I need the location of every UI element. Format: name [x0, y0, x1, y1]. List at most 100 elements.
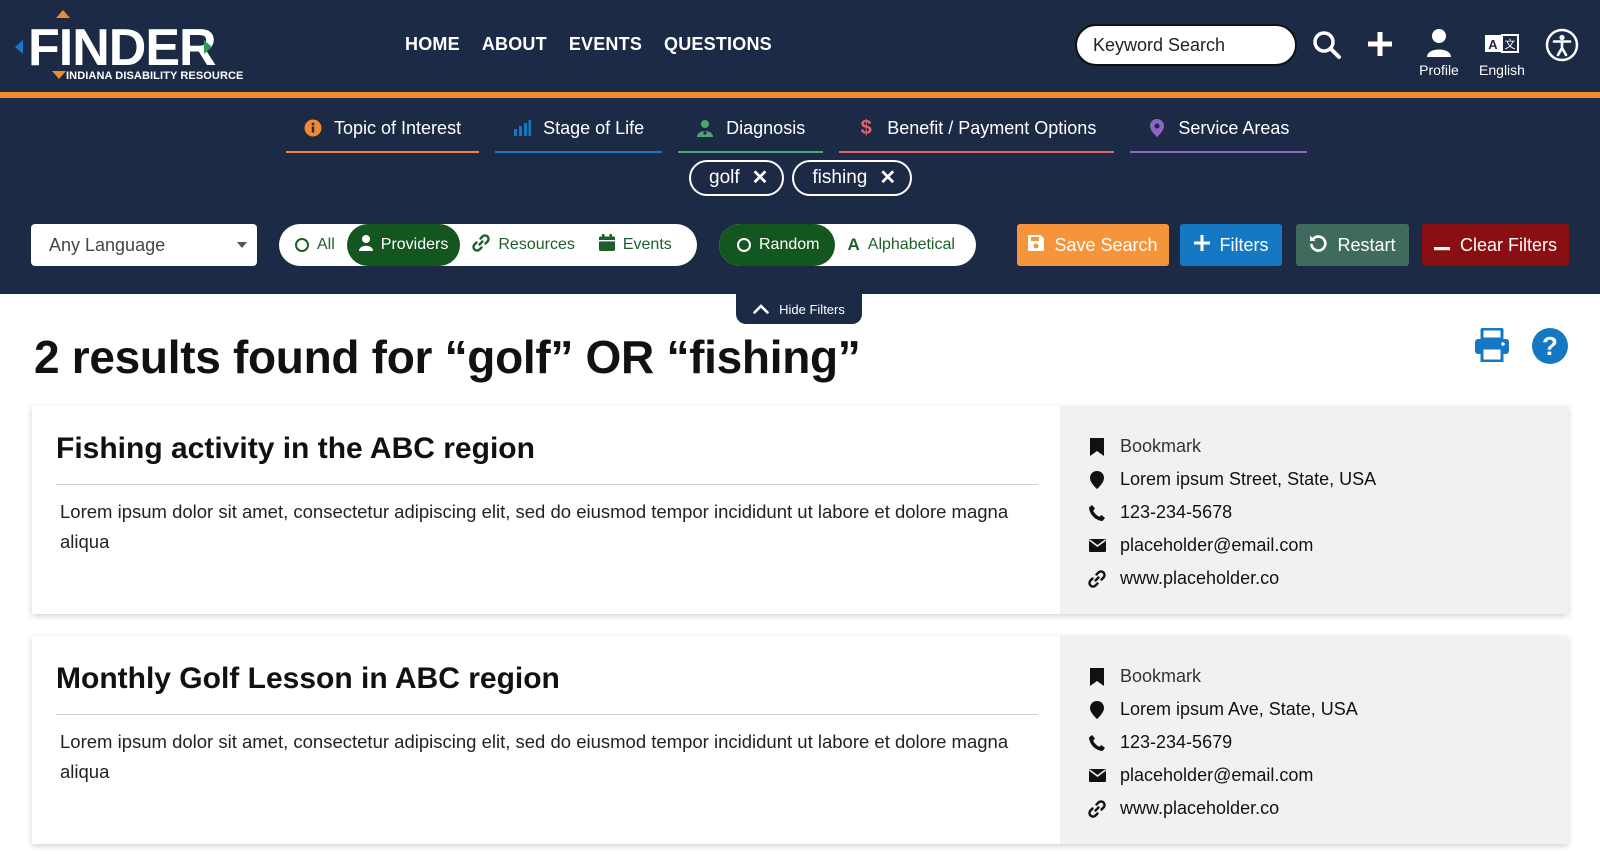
doctor-icon [696, 119, 714, 137]
profile-label[interactable]: Profile [1413, 62, 1465, 78]
svg-text:文: 文 [1505, 37, 1516, 51]
nav-events[interactable]: EVENTS [569, 34, 642, 55]
category-tabs: Topic of Interest Stage of Life Diagnosi… [286, 113, 1308, 153]
filters-button[interactable]: Filters [1180, 224, 1282, 266]
restart-icon [1309, 234, 1328, 257]
email-text: placeholder@email.com [1120, 535, 1314, 555]
logo-wordmark: FINDER [28, 19, 217, 77]
language-select-value: Any Language [49, 234, 166, 255]
bookmark-button[interactable]: Bookmark [1086, 430, 1568, 463]
bookmark-icon [1086, 437, 1108, 456]
tab-label: Stage of Life [543, 117, 645, 138]
result-card: Monthly Golf Lesson in ABC region Lorem … [32, 636, 1568, 844]
info-icon [304, 119, 322, 137]
logo-subtitle: INDIANA DISABILITY RESOURCE [66, 70, 244, 82]
filter-chip-fishing: fishing ✕ [792, 160, 913, 196]
type-option-providers[interactable]: Providers [346, 224, 461, 266]
profile-icon[interactable] [1425, 28, 1453, 63]
results-heading: 2 results found for “golf” OR “fishing” [34, 331, 861, 383]
logo-arrow-up-icon [56, 10, 70, 18]
hide-filters-label: Hide Filters [779, 301, 845, 317]
website-row[interactable]: www.placeholder.co [1086, 562, 1568, 595]
result-description: Lorem ipsum dolor sit amet, consectetur … [60, 501, 1009, 552]
tab-diagnosis[interactable]: Diagnosis [678, 113, 824, 153]
tab-label: Benefit / Payment Options [887, 117, 1097, 138]
link-icon [1086, 569, 1108, 588]
result-title[interactable]: Monthly Golf Lesson in ABC region [56, 662, 1038, 715]
type-option-events[interactable]: Events [587, 224, 684, 266]
close-icon[interactable]: ✕ [752, 168, 769, 188]
hide-filters-toggle[interactable]: Hide Filters [736, 294, 862, 324]
filter-chip-golf: golf ✕ [689, 160, 785, 196]
alphabet-icon: A [847, 235, 860, 254]
tab-benefit-payment-options[interactable]: $ Benefit / Payment Options [839, 113, 1115, 153]
logo-arrow-down-icon [52, 71, 66, 79]
chevron-up-icon [753, 302, 769, 317]
phone-text: 123-234-5679 [1120, 732, 1233, 752]
website-text: www.placeholder.co [1120, 798, 1280, 818]
website-row[interactable]: www.placeholder.co [1086, 792, 1568, 825]
restart-button[interactable]: Restart [1296, 224, 1409, 266]
print-icon[interactable] [1474, 327, 1510, 367]
tab-service-areas[interactable]: Service Areas [1130, 113, 1308, 153]
bookmark-icon [1086, 667, 1108, 686]
link-icon [472, 233, 491, 257]
circle-icon [295, 238, 309, 252]
accessibility-icon[interactable] [1545, 28, 1579, 67]
phone-row[interactable]: 123-234-5678 [1086, 496, 1568, 529]
option-label: Random [759, 236, 820, 253]
button-label: Filters [1219, 234, 1269, 255]
phone-row[interactable]: 123-234-5679 [1086, 726, 1568, 759]
nav-about[interactable]: ABOUT [482, 34, 547, 55]
sort-option-random[interactable]: Random [719, 224, 836, 266]
calendar-icon [598, 234, 615, 256]
help-icon[interactable]: ? [1532, 328, 1568, 364]
logo-arrow-right-icon [204, 40, 212, 54]
save-icon [1028, 234, 1045, 256]
result-card: Fishing activity in the ABC region Lorem… [32, 406, 1568, 614]
tab-topic-of-interest[interactable]: Topic of Interest [286, 113, 480, 153]
result-contact-panel: Bookmark Lorem ipsum Ave, State, USA 123… [1060, 636, 1568, 844]
dollar-icon: $ [860, 116, 872, 139]
nav-home[interactable]: HOME [405, 34, 460, 55]
close-icon[interactable]: ✕ [879, 168, 896, 188]
phone-icon [1086, 504, 1108, 521]
bar-chart-icon [513, 119, 532, 137]
email-row[interactable]: placeholder@email.com [1086, 759, 1568, 792]
bookmark-button[interactable]: Bookmark [1086, 660, 1568, 693]
email-text: placeholder@email.com [1120, 765, 1314, 785]
option-label: Providers [380, 236, 449, 253]
button-label: Restart [1337, 234, 1396, 255]
result-title[interactable]: Fishing activity in the ABC region [56, 432, 1038, 485]
tab-label: Diagnosis [726, 117, 806, 138]
finder-logo[interactable]: FINDER INDIANA DISABILITY RESOURCE [14, 8, 244, 86]
clear-filters-button[interactable]: Clear Filters [1422, 224, 1569, 266]
add-icon[interactable] [1366, 30, 1394, 63]
type-option-all[interactable]: All [283, 224, 347, 266]
address-text: Lorem ipsum Street, State, USA [1120, 469, 1377, 489]
keyword-search-input[interactable] [1075, 24, 1297, 66]
type-option-resources[interactable]: Resources [460, 224, 586, 266]
email-row[interactable]: placeholder@email.com [1086, 529, 1568, 562]
phone-icon [1086, 734, 1108, 751]
chevron-down-icon [237, 242, 247, 248]
location-pin-icon [1086, 470, 1108, 489]
bookmark-label: Bookmark [1120, 666, 1202, 686]
active-filter-chips: golf ✕ fishing ✕ [689, 160, 913, 196]
map-pin-icon [1148, 119, 1166, 137]
link-icon [1086, 799, 1108, 818]
language-select[interactable]: Any Language [31, 224, 257, 266]
button-label: Clear Filters [1459, 234, 1557, 255]
location-pin-icon [1086, 700, 1108, 719]
nav-questions[interactable]: QUESTIONS [664, 34, 772, 55]
sort-option-alphabetical[interactable]: A Alphabetical [835, 224, 966, 266]
tab-stage-of-life[interactable]: Stage of Life [495, 113, 663, 153]
language-icon[interactable]: A文 [1485, 34, 1519, 59]
save-search-button[interactable]: Save Search [1017, 224, 1169, 266]
result-description: Lorem ipsum dolor sit amet, consectetur … [60, 731, 1009, 782]
phone-text: 123-234-5678 [1120, 502, 1233, 522]
search-icon[interactable] [1312, 30, 1342, 65]
button-label: Save Search [1054, 234, 1158, 255]
language-label[interactable]: English [1472, 62, 1532, 78]
envelope-icon [1086, 539, 1108, 552]
